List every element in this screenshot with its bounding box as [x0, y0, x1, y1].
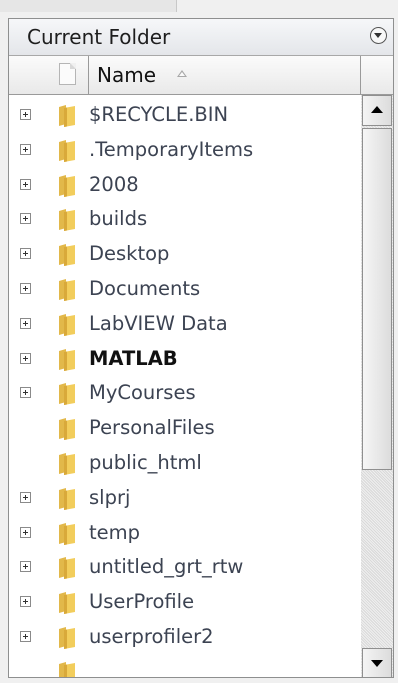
expand-plus-icon[interactable]: [20, 526, 31, 538]
list-item-label: Documents: [89, 277, 201, 300]
expand-plus-icon[interactable]: [20, 352, 31, 364]
list-item[interactable]: Documents: [9, 273, 361, 307]
folder-icon: [59, 174, 75, 197]
vertical-scrollbar[interactable]: [361, 95, 393, 677]
scrollbar-thumb[interactable]: [362, 128, 392, 470]
scroll-up-button[interactable]: [362, 95, 392, 126]
list-item-label: slprj: [89, 485, 131, 509]
list-item-label: LabVIEW Data: [89, 311, 228, 335]
folder-icon: [59, 383, 75, 406]
list-item[interactable]: 2008: [9, 169, 361, 203]
arrow-up-icon: [371, 106, 383, 113]
folder-icon: [59, 627, 75, 649]
list-item[interactable]: public_html: [9, 447, 361, 481]
scroll-down-button[interactable]: [362, 648, 392, 677]
expand-plus-icon[interactable]: [20, 213, 31, 225]
expand-plus-icon[interactable]: [20, 283, 31, 294]
expand-plus-icon[interactable]: [20, 387, 31, 399]
list-item-label: builds: [89, 207, 148, 231]
list-item-label: public_html: [89, 451, 202, 474]
list-item[interactable]: MyCourses: [9, 377, 361, 411]
expand-plus-icon[interactable]: [20, 596, 31, 608]
folder-icon: [59, 279, 75, 301]
list-item[interactable]: LabVIEW Data: [9, 308, 361, 342]
folder-icon: [59, 522, 75, 545]
folder-icon: [59, 661, 75, 677]
expand-plus-icon[interactable]: [20, 317, 31, 329]
folder-icon: [59, 348, 75, 371]
expand-plus-icon[interactable]: [20, 561, 31, 573]
list-item-label: PersonalFiles: [89, 416, 215, 440]
list-item[interactable]: builds: [9, 203, 361, 237]
expand-plus-icon[interactable]: [20, 631, 31, 642]
panel-menu-icon[interactable]: [370, 27, 387, 44]
document-icon: [59, 63, 76, 85]
panel-title: Current Folder: [27, 25, 171, 49]
list-item-label: 2008: [89, 172, 139, 196]
current-folder-panel: Current Folder Name $RECYCLE.BIN .Tempora…: [8, 18, 394, 678]
folder-icon: [59, 557, 75, 580]
sort-ascending-icon: [177, 70, 187, 77]
folder-icon: [59, 592, 75, 615]
expand-plus-icon[interactable]: [20, 143, 31, 155]
list-item[interactable]: .TemporaryItems: [9, 134, 361, 168]
folder-icon: [59, 453, 75, 475]
folder-icon: [59, 139, 75, 162]
expand-plus-icon[interactable]: [20, 109, 31, 120]
type-column-header[interactable]: [9, 56, 89, 94]
list-item[interactable]: MATLAB: [9, 343, 361, 377]
folder-icon: [59, 105, 75, 127]
list-item-label: MATLAB: [89, 346, 178, 370]
list-item-label: userprofiler2: [89, 625, 214, 648]
list-item[interactable]: untitled_grt_rtw: [9, 551, 361, 585]
list-item-label: temp: [89, 520, 141, 544]
list-item[interactable]: Desktop: [9, 238, 361, 272]
list-item-label: MyCourses: [89, 381, 196, 405]
name-column-label: Name: [97, 63, 157, 87]
folder-icon: [59, 313, 75, 336]
folder-icon: [59, 487, 75, 510]
list-item-label: .TemporaryItems: [89, 137, 254, 161]
list-item[interactable]: [9, 656, 361, 677]
name-column-header[interactable]: Name: [89, 56, 361, 94]
list-item-label: UserProfile: [89, 590, 195, 614]
list-item-label: untitled_grt_rtw: [89, 555, 244, 579]
toolbar-strip: [0, 0, 398, 12]
list-item-label: Desktop: [89, 242, 170, 266]
expand-plus-icon[interactable]: [20, 178, 31, 190]
expand-plus-icon[interactable]: [20, 248, 31, 260]
list-item[interactable]: UserProfile: [9, 586, 361, 620]
list-item[interactable]: $RECYCLE.BIN: [9, 99, 361, 133]
folder-icon: [59, 209, 75, 232]
panel-titlebar: Current Folder: [9, 19, 393, 56]
list-item[interactable]: PersonalFiles: [9, 412, 361, 446]
list-item[interactable]: slprj: [9, 482, 361, 516]
list-item[interactable]: temp: [9, 517, 361, 551]
folder-icon: [59, 244, 75, 267]
list-item-label: $RECYCLE.BIN: [89, 103, 229, 126]
folder-list: $RECYCLE.BIN .TemporaryItems 2008 builds Des…: [9, 95, 361, 677]
expand-plus-icon[interactable]: [20, 491, 31, 503]
list-item[interactable]: userprofiler2: [9, 621, 361, 655]
column-header: Name: [9, 56, 393, 95]
tab-edge: [0, 0, 177, 12]
arrow-down-icon: [371, 660, 383, 667]
folder-icon: [59, 418, 75, 441]
